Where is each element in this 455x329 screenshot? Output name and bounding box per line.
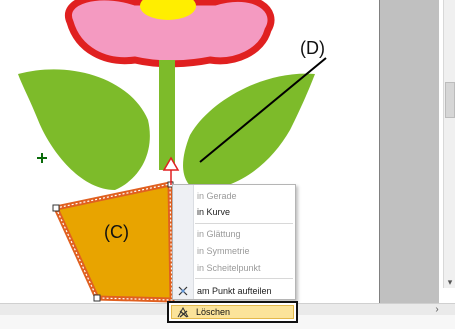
split-point-icon (178, 286, 188, 296)
plus-crosshair-icon (37, 153, 47, 163)
menu-item-am-punkt-aufteilen[interactable]: am Punkt aufteilen (197, 285, 272, 297)
side-panel (379, 0, 440, 303)
menu-item-in-scheitelpunkt[interactable]: in Scheitelpunkt (197, 262, 261, 274)
right-leaf[interactable] (183, 73, 315, 191)
left-leaf[interactable] (18, 69, 150, 190)
menu-item-loeschen-label: Löschen (196, 307, 231, 317)
chevron-down-icon[interactable]: ▾ (444, 276, 455, 288)
vertical-scroll-thumb[interactable] (445, 82, 455, 118)
menu-separator (195, 223, 293, 224)
menu-icon-gutter (173, 185, 194, 299)
context-menu: in Gerade in Kurve in Glättung in Symmet… (172, 184, 296, 300)
menu-item-loeschen[interactable]: Löschen (171, 305, 294, 319)
callout-label-d: (D) (300, 38, 325, 58)
menu-item-in-gerade[interactable]: in Gerade (197, 190, 237, 202)
menu-item-in-glaettung[interactable]: in Glättung (197, 228, 241, 240)
vertical-scrollbar[interactable]: ▾ (443, 0, 455, 288)
node-handle[interactable] (93, 294, 101, 302)
flower-petals[interactable] (65, 0, 275, 68)
menu-item-in-kurve[interactable]: in Kurve (197, 206, 230, 218)
menu-item-in-symmetrie[interactable]: in Symmetrie (197, 245, 250, 257)
delete-point-icon (177, 307, 189, 318)
callout-label-c: (C) (104, 222, 129, 242)
node-handle[interactable] (52, 204, 60, 212)
delete-highlight-frame: Löschen (167, 301, 298, 323)
menu-separator (195, 278, 293, 279)
stem[interactable] (159, 60, 175, 170)
